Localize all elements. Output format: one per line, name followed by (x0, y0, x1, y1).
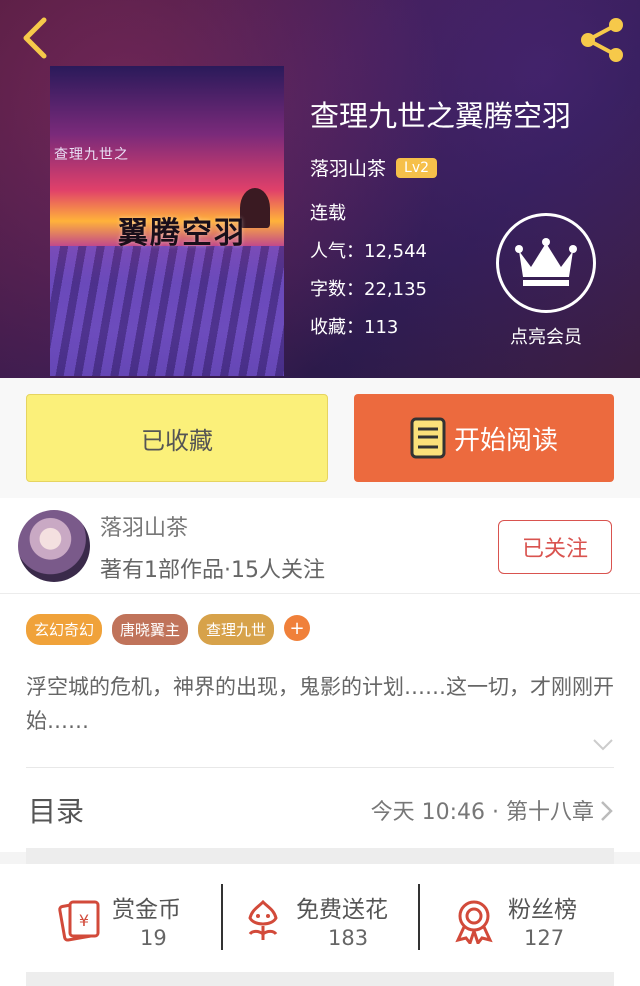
start-reading-button[interactable]: 开始阅读 (354, 394, 614, 482)
author-row: 落羽山茶 Lv2 (310, 154, 571, 181)
reward-coins[interactable]: ¥ 赏金币 19 (56, 882, 216, 962)
fan-ranking[interactable]: 粉丝榜 127 (452, 882, 612, 962)
author-name[interactable]: 落羽山茶 (310, 154, 386, 181)
section-gap (26, 848, 614, 864)
collected-button[interactable]: 已收藏 (26, 394, 328, 482)
svg-text:¥: ¥ (79, 911, 89, 930)
free-flowers-title: 免费送花 (296, 897, 388, 923)
share-icon (581, 18, 623, 62)
book-icon (410, 417, 446, 459)
chevron-left-icon (23, 17, 47, 59)
book-cover[interactable]: 查理九世之 翼腾空羽 (50, 66, 284, 376)
crown-icon (515, 238, 577, 286)
author-avatar[interactable] (18, 510, 90, 582)
author-panel: 落羽山茶 著有1部作品·15人关注 已关注 (0, 498, 640, 594)
reward-coins-count: 19 (140, 926, 167, 950)
follow-button[interactable]: 已关注 (498, 520, 612, 574)
vip-button[interactable]: 点亮会员 (494, 213, 598, 349)
latest-chapter: 今天 10:46 · 第十八章 (370, 800, 594, 825)
share-button[interactable] (576, 16, 628, 64)
support-stats: ¥ 赏金币 19 免费送花 183 粉丝榜 127 (0, 864, 640, 986)
chevron-down-icon[interactable] (592, 738, 614, 752)
fan-ranking-title: 粉丝榜 (508, 897, 577, 923)
start-reading-label: 开始阅读 (453, 425, 558, 456)
tag-list: 玄幻奇幻 唐晓翼主 查理九世 + (26, 614, 311, 645)
tag-item[interactable]: 玄幻奇幻 (26, 614, 103, 645)
toc-label: 目录 (28, 795, 85, 828)
book-title: 查理九世之翼腾空羽 (310, 99, 572, 133)
book-header: 查理九世之 翼腾空羽 查理九世之翼腾空羽 落羽山茶 Lv2 连载 人气：12,5… (0, 0, 640, 378)
back-button[interactable] (16, 14, 56, 62)
tags-description-section: 玄幻奇幻 唐晓翼主 查理九世 + 浮空城的危机，神界的出现，鬼影的计划……这一切… (0, 594, 640, 768)
medal-icon (455, 900, 493, 944)
action-bar: 已收藏 开始阅读 (0, 378, 640, 498)
author-panel-name[interactable]: 落羽山茶 (100, 510, 188, 542)
follow-label: 已关注 (521, 537, 588, 562)
reward-coins-title: 赏金币 (112, 897, 181, 923)
stat-separator (418, 884, 420, 950)
chevron-right-icon (601, 801, 613, 821)
red-envelope-icon: ¥ (58, 900, 100, 942)
free-flowers[interactable]: 免费送花 183 (240, 882, 400, 962)
stat-separator (221, 884, 223, 950)
tag-item[interactable]: 唐晓翼主 (112, 614, 189, 645)
vip-circle (496, 213, 596, 313)
cover-subtitle: 查理九世之 (54, 147, 129, 163)
table-of-contents-row[interactable]: 目录 今天 10:46 · 第十八章 (0, 768, 640, 852)
tag-item[interactable]: 查理九世 (198, 614, 275, 645)
vip-label: 点亮会员 (510, 327, 582, 348)
cover-title: 翼腾空羽 (118, 216, 246, 251)
book-description: 浮空城的危机，神界的出现，鬼影的计划……这一切，才刚刚开始…… (26, 675, 614, 733)
add-tag-button[interactable]: + (284, 615, 311, 641)
collected-label: 已收藏 (141, 426, 213, 455)
free-flowers-count: 183 (328, 926, 369, 950)
level-badge: Lv2 (396, 157, 438, 178)
section-gap (26, 972, 614, 986)
author-meta: 著有1部作品·15人关注 (100, 558, 325, 583)
flower-icon (248, 899, 278, 940)
fan-ranking-count: 127 (524, 926, 565, 950)
cover-lavender-field (50, 246, 284, 376)
